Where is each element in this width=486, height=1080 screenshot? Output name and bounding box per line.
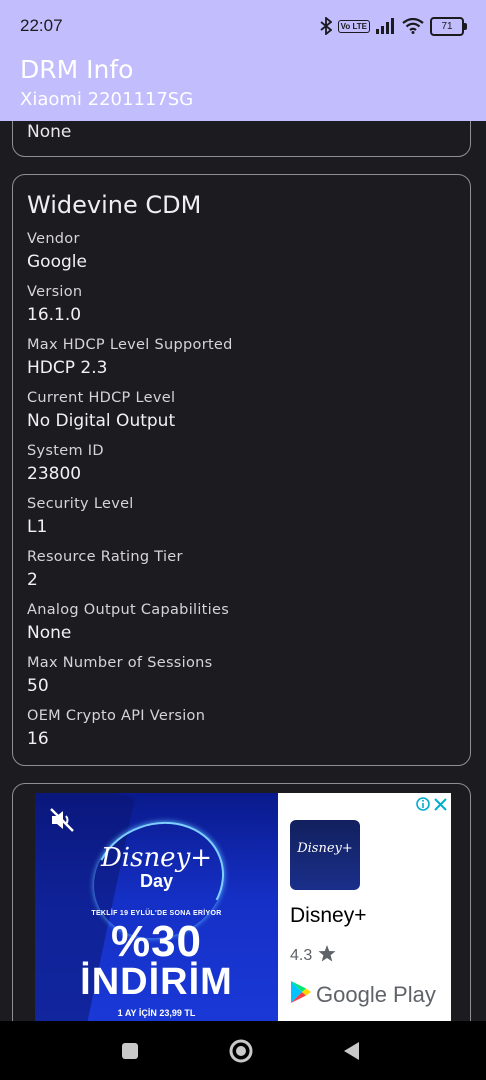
previous-card: None: [12, 121, 471, 157]
field-value: 16.1.0: [27, 305, 82, 325]
field-value: 2: [27, 570, 38, 590]
field-label: Resource Rating Tier: [27, 549, 183, 565]
field-resource-rating: Resource Rating Tier 2: [27, 549, 183, 590]
store-name: Google Play: [316, 982, 436, 1007]
app-name[interactable]: Disney+: [290, 904, 366, 928]
field-current-hdcp: Current HDCP Level No Digital Output: [27, 390, 175, 431]
field-value: 16: [27, 729, 49, 749]
field-version: Version 16.1.0: [27, 284, 82, 325]
field-label: Analog Output Capabilities: [27, 602, 230, 618]
app-rating: 4.3: [290, 945, 336, 967]
disney-logo: Disney+: [100, 843, 213, 873]
bluetooth-icon: [320, 17, 332, 35]
field-value: Google: [27, 252, 87, 272]
adchoices[interactable]: [416, 796, 447, 815]
status-bar: 22:07 Vo LTE 71: [0, 0, 486, 52]
info-icon[interactable]: [416, 796, 430, 815]
star-icon: [318, 945, 336, 967]
field-vendor: Vendor Google: [27, 231, 87, 272]
field-analog-output: Analog Output Capabilities None: [27, 602, 229, 643]
promo-percent: %30: [110, 917, 203, 966]
wifi-icon: [402, 18, 424, 34]
field-value: 23800: [27, 464, 82, 484]
field-label: Max HDCP Level Supported: [27, 337, 233, 353]
back-button[interactable]: [338, 1037, 366, 1065]
field-label: Max Number of Sessions: [27, 655, 213, 671]
field-label: Current HDCP Level: [27, 390, 176, 406]
google-play-badge[interactable]: Google Play: [290, 980, 436, 1010]
close-icon[interactable]: [434, 796, 447, 815]
field-value: None: [27, 623, 72, 643]
status-icons: Vo LTE 71: [320, 14, 467, 38]
field-label: Vendor: [27, 231, 80, 247]
promo-word: İNDİRİM: [80, 961, 233, 1003]
field-security-level: Security Level L1: [27, 496, 134, 537]
field-value: No Digital Output: [27, 411, 176, 431]
promo-note: TEKLİF 19 EYLÜL'DE SONA ERİYOR: [91, 910, 222, 917]
navigation-bar: [0, 1021, 486, 1080]
day-text: Day: [139, 871, 174, 891]
recents-button[interactable]: [116, 1037, 144, 1065]
signal-icon: [376, 18, 396, 34]
app-title: DRM Info: [20, 55, 134, 84]
field-label: System ID: [27, 443, 104, 459]
google-play-icon: [290, 980, 312, 1010]
field-oem-crypto: OEM Crypto API Version 16: [27, 708, 205, 749]
field-value: HDCP 2.3: [27, 358, 108, 378]
field-label: Version: [27, 284, 83, 300]
app-icon[interactable]: Disney+: [290, 820, 360, 890]
content-scroll[interactable]: None Widevine CDM Vendor Google Version …: [0, 121, 486, 1021]
battery-icon: 71: [430, 16, 467, 36]
device-subtitle: Xiaomi 2201117SG: [20, 89, 194, 110]
field-value: 50: [27, 676, 49, 696]
ad-banner-image[interactable]: Disney+ Day TEKLİF 19 EYLÜL'DE SONA ERİY…: [35, 793, 278, 1021]
previous-card-value: None: [27, 122, 72, 142]
status-time: 22:07: [20, 16, 63, 35]
ad-app-panel[interactable]: Disney+ Disney+ 4.3 Google Play: [278, 793, 451, 1021]
card-title: Widevine CDM: [27, 191, 202, 219]
app-bar: DRM Info Xiaomi 2201117SG: [0, 52, 486, 121]
home-button[interactable]: [227, 1037, 255, 1065]
app-icon-text: Disney+: [297, 841, 353, 856]
field-max-hdcp: Max HDCP Level Supported HDCP 2.3: [27, 337, 233, 378]
ad-card[interactable]: Disney+ Day TEKLİF 19 EYLÜL'DE SONA ERİY…: [12, 783, 471, 1021]
price-note: 1 AY İÇİN 23,99 TL: [117, 1008, 196, 1018]
volte-icon: Vo LTE: [337, 19, 370, 33]
field-value: L1: [27, 517, 48, 537]
widevine-card: Widevine CDM Vendor Google Version 16.1.…: [12, 174, 471, 766]
field-label: Security Level: [27, 496, 134, 512]
field-max-sessions: Max Number of Sessions 50: [27, 655, 213, 696]
field-label: OEM Crypto API Version: [27, 708, 206, 724]
rating-value: 4.3: [290, 947, 313, 964]
field-system-id: System ID 23800: [27, 443, 104, 484]
mute-icon[interactable]: [49, 807, 77, 837]
